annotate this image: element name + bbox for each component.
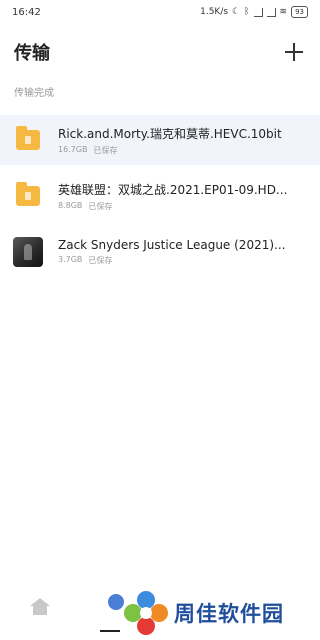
list-item[interactable]: Rick.and.Morty.瑞克和莫蒂.HEVC.10bit 16.7GB 已… (0, 115, 320, 165)
folder-icon (12, 124, 44, 156)
signal-icon (253, 7, 263, 17)
home-icon[interactable] (30, 598, 50, 616)
header: 传输 (0, 34, 320, 70)
status-time: 16:42 (12, 6, 41, 18)
file-status: 已保存 (88, 201, 113, 211)
wifi-icon: ≋ (279, 7, 288, 17)
status-icons: 1.5K/s ☾ ᛒ ≋ 93 (200, 6, 308, 18)
net-speed: 1.5K/s (200, 7, 229, 17)
active-tab-indicator (100, 630, 120, 632)
battery-icon: 93 (291, 6, 308, 18)
file-size: 3.7GB (58, 255, 83, 264)
folder-icon (12, 180, 44, 212)
file-status: 已保存 (88, 256, 113, 265)
page-title: 传输 (14, 43, 50, 64)
file-size: 8.8GB (58, 200, 83, 210)
signal-icon-2 (266, 7, 276, 17)
file-size: 16.7GB (58, 144, 88, 154)
video-thumbnail (12, 236, 44, 268)
section-label: 传输完成 (14, 88, 54, 99)
list-item[interactable]: Zack Snyders Justice League (2021)... 3.… (0, 227, 320, 277)
add-button[interactable] (282, 40, 306, 64)
file-status: 已保存 (93, 145, 118, 155)
file-name: Zack Snyders Justice League (2021)... (58, 238, 286, 252)
moon-icon: ☾ (232, 7, 241, 17)
watermark-text: 周佳软件园 (174, 602, 284, 626)
file-name: 英雄联盟：双城之战.2021.EP01-09.HD... (58, 182, 288, 197)
status-bar: 16:42 1.5K/s ☾ ᛒ ≋ 93 (0, 0, 320, 24)
file-name: Rick.and.Morty.瑞克和莫蒂.HEVC.10bit (58, 126, 282, 141)
watermark: 周佳软件园 (124, 590, 284, 636)
transfer-list: Rick.and.Morty.瑞克和莫蒂.HEVC.10bit 16.7GB 已… (0, 115, 320, 283)
transfer-tab-icon[interactable] (108, 594, 124, 610)
list-item[interactable]: 英雄联盟：双城之战.2021.EP01-09.HD... 8.8GB 已保存 (0, 171, 320, 221)
watermark-logo (124, 591, 168, 635)
bluetooth-icon: ᛒ (244, 7, 250, 17)
